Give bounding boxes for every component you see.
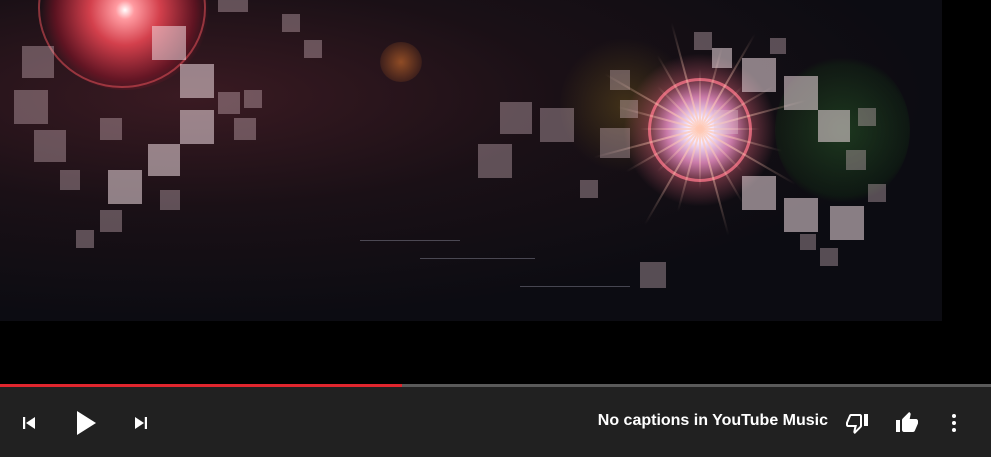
dislike-button[interactable] [840,406,874,440]
bokeh-square [600,128,630,158]
bokeh-square [100,210,122,232]
bokeh-square [640,262,666,288]
bokeh-square [540,108,574,142]
bokeh-square [14,90,48,124]
bokeh-square [180,110,214,144]
skip-previous-icon [23,417,35,429]
bokeh-square [580,180,598,198]
like-button[interactable] [890,406,924,440]
next-button[interactable] [126,408,156,438]
bokeh-square [694,32,712,50]
bokeh-square [108,170,142,204]
bokeh-square [742,58,776,92]
skip-next-icon [135,417,147,429]
thumb-up-icon [896,412,918,432]
bokeh-square [234,118,256,140]
light-streak [420,258,535,259]
bokeh-square [218,0,248,12]
bokeh-square [22,46,54,78]
bokeh-square [34,130,66,162]
bokeh-square [152,26,186,60]
bokeh-square [218,92,240,114]
bokeh-square [620,100,638,118]
previous-button[interactable] [14,408,44,438]
bokeh-square [160,190,180,210]
bokeh-square [770,38,786,54]
more-options-button[interactable] [940,406,968,440]
bokeh-square [800,234,816,250]
thumb-down-icon [846,414,868,434]
bokeh-square [60,170,80,190]
bokeh-square [858,108,876,126]
bokeh-square [830,206,864,240]
bokeh-square [742,176,776,210]
bokeh-square [714,110,738,134]
bokeh-square [282,14,300,32]
player-bar: No captions in YouTube Music [0,387,991,457]
video-artwork[interactable] [0,0,942,321]
bokeh-square [180,64,214,98]
bokeh-square [76,230,94,248]
orange-orb [380,42,422,82]
flare-ray [640,128,700,130]
bokeh-square [148,144,180,176]
bokeh-square [818,110,850,142]
bokeh-square [100,118,122,140]
more-vertical-icon [952,414,956,432]
bokeh-square [784,76,818,110]
bokeh-square [478,144,512,178]
bokeh-square [820,248,838,266]
bokeh-square [712,48,732,68]
bokeh-square [500,102,532,134]
bokeh-square [868,184,886,202]
bokeh-square [304,40,322,58]
caption-status: No captions in YouTube Music [597,412,828,429]
play-icon [77,411,96,435]
flare-ray [699,129,701,189]
bokeh-square [846,150,866,170]
play-button[interactable] [68,404,104,442]
light-streak [520,286,630,287]
light-streak [360,240,460,241]
bokeh-square [244,90,262,108]
bokeh-square [610,70,630,90]
bokeh-square [784,198,818,232]
